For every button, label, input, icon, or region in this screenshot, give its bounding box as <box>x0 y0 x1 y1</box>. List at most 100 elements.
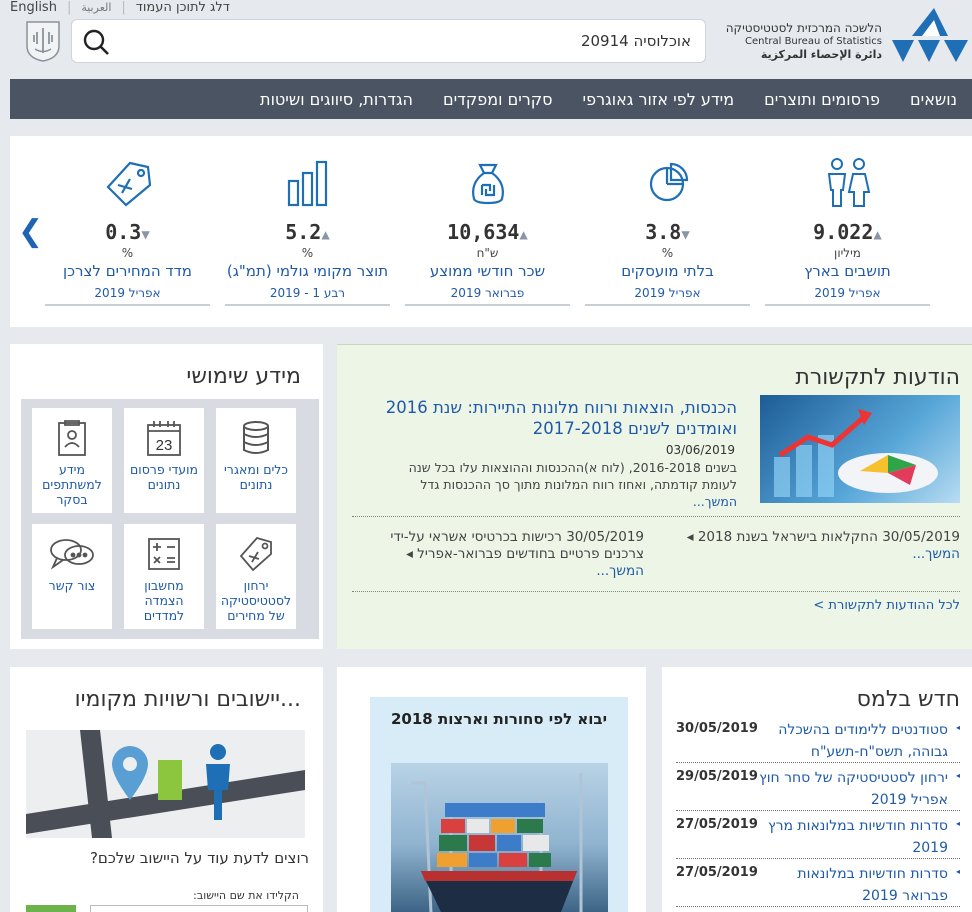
stat-date: אפריל 2019 <box>45 286 210 306</box>
tile-price-monthly[interactable]: ירחון לסטטיסטיקה של מחירים <box>216 524 296 629</box>
divider <box>352 591 960 592</box>
tile-release-dates[interactable]: 23 מועדי פרסום נתונים <box>124 408 204 513</box>
stat-unit: % <box>661 246 674 260</box>
arabic-link[interactable]: العربية <box>81 1 111 14</box>
localities-panel: יישובים ורשויות מקומיו... רוצים לדעת עוד… <box>10 667 323 912</box>
search-input[interactable]: אוכלוסיה 20914 <box>581 32 691 50</box>
locality-question: רוצים לדעת עוד על היישוב שלכם? <box>89 849 309 867</box>
cargo-ship-image <box>391 763 608 912</box>
logo-text: הלשכה המרכזית לסטטיסטיקה Central Bureau … <box>712 21 882 62</box>
stat-unit: % <box>121 246 134 260</box>
stat-unit: מיליון <box>834 246 861 260</box>
carousel-prev-icon[interactable]: ❮ <box>18 214 43 249</box>
localities-title: יישובים ורשויות מקומיו... <box>74 687 301 712</box>
nav-publications[interactable]: פרסומים ותוצרים <box>749 90 895 109</box>
stat-population[interactable]: 9.022▲ מיליון תושבים בארץ אפריל 2019 <box>765 136 930 306</box>
press-sub-link[interactable]: 30/05/2019 החקלאות בישראל בשנת 2018 <box>698 529 960 545</box>
bullet-icon: ◂ <box>955 819 960 828</box>
main-nav: נושאים פרסומים ותוצרים מידע לפי אזור גאו… <box>10 79 972 119</box>
stat-unit: ש"ח <box>476 246 499 260</box>
stat-date: אפריל 2019 <box>585 286 750 306</box>
tile-survey-participants[interactable]: מידע למשתתפים בסקר <box>32 408 112 513</box>
separator: | <box>121 0 126 15</box>
tile-label: כלים ומאגרי נתונים <box>223 462 289 492</box>
news-date: 29/05/2019 <box>676 769 758 784</box>
calculator-icon <box>124 534 204 574</box>
news-link[interactable]: סדרות חודשיות במלונאות פברואר 2019 <box>758 863 948 907</box>
state-emblem-icon <box>25 20 61 62</box>
nav-geographic[interactable]: מידע לפי אזור גאוגרפי <box>568 90 750 109</box>
skip-to-content-link[interactable]: דלג לתוכן העמוד <box>136 0 230 15</box>
locality-input[interactable] <box>90 905 308 912</box>
trend-up-icon: ▲ <box>519 227 528 243</box>
key-indicators: ❮ 9.022▲ מיליון תושבים בארץ אפריל 2019 3… <box>10 136 972 327</box>
map-illustration <box>26 730 305 838</box>
trend-up-icon: ▲ <box>873 227 882 243</box>
locality-search-button[interactable] <box>26 905 76 912</box>
stat-value: 5.2▲ <box>285 220 330 244</box>
nav-definitions[interactable]: הגדרות, סיווגים ושיטות <box>245 90 428 109</box>
press-releases-panel: הודעות לתקשורת הכנסות, הוצאות ורווח מלונ… <box>337 344 972 649</box>
stat-cpi[interactable]: 0.3▼ % מדד המחירים לצרכן אפריל 2019 <box>45 136 210 306</box>
news-item[interactable]: 27/05/2019 ◂ סדרות חודשיות במלונאות מרץ … <box>676 813 960 859</box>
stat-value: 0.3▼ <box>105 220 150 244</box>
news-date: 27/05/2019 <box>676 865 758 880</box>
tile-index-calculator[interactable]: מחשבון הצמדה למדדים <box>124 524 204 629</box>
press-main-link[interactable]: הכנסות, הוצאות ורווח מלונות התיירות: שנת… <box>377 397 737 439</box>
bullet-icon: ◂ <box>955 771 960 780</box>
tile-databases[interactable]: כלים ומאגרי נתונים <box>216 408 296 513</box>
stat-unemployment[interactable]: 3.8▼ % בלתי מועסקים אפריל 2019 <box>585 136 750 306</box>
read-more-link[interactable]: המשך... <box>693 494 737 509</box>
news-title: חדש בלמס <box>856 687 960 712</box>
price-tag-icon <box>216 534 296 574</box>
nav-surveys[interactable]: סקרים ומפקדים <box>428 90 568 109</box>
news-link[interactable]: ירחון לסטטיסטיקה של סחר חוץ אפריל 2019 <box>758 767 948 811</box>
press-sub-item: 30/05/2019 רכישות בכרטיסי אשראי על-ידי צ… <box>390 529 644 579</box>
press-main-date: 03/06/2019 <box>665 443 735 457</box>
press-sub-item: 30/05/2019 החקלאות בישראל בשנת 2018 ◂ המ… <box>686 529 960 562</box>
read-more-link[interactable]: המשך... <box>912 546 960 562</box>
press-sub-link[interactable]: 30/05/2019 רכישות בכרטיסי אשראי על-ידי צ… <box>390 529 644 562</box>
news-date: 27/05/2019 <box>676 817 758 832</box>
news-date: 30/05/2019 <box>676 721 758 736</box>
clipboard-icon <box>32 418 112 458</box>
english-link[interactable]: English <box>10 0 57 15</box>
calendar-icon: 23 <box>124 418 204 458</box>
news-link[interactable]: סטודנטים ללימודים בהשכלה גבוהה, תשס"ח-תש… <box>758 719 948 763</box>
news-link[interactable]: סדרות חודשיות במלונאות מרץ 2019 <box>758 815 948 859</box>
news-item[interactable]: 30/05/2019 ◂ סטודנטים ללימודים בהשכלה גב… <box>676 717 960 763</box>
logo-hebrew: הלשכה המרכזית לסטטיסטיקה <box>725 21 882 35</box>
publication-card[interactable]: יבוא לפי סחורות וארצות 2018 <box>370 697 628 912</box>
news-panel: חדש בלמס 30/05/2019 ◂ סטודנטים ללימודים … <box>662 667 972 912</box>
press-main-body: בשנים 2016-2018, (לוח א)ההכנסות וההוצאות… <box>377 459 737 510</box>
search-icon[interactable] <box>82 28 110 60</box>
read-more-link[interactable]: המשך... <box>596 563 644 579</box>
tile-label: מועדי פרסום נתונים <box>130 462 198 492</box>
logo-english: Central Bureau of Statistics <box>744 36 882 47</box>
tile-contact[interactable]: צור קשר <box>32 524 112 629</box>
bullet-icon: ◂ <box>955 723 960 732</box>
stat-wage[interactable]: 10,634▲ ש"ח שכר חודשי ממוצע פברואר 2019 <box>405 136 570 306</box>
money-bag-icon <box>405 150 570 216</box>
stat-value: 3.8▼ <box>645 220 690 244</box>
useful-info-panel: מידע שימושי כלים ומאגרי נתונים 23 מועדי … <box>10 344 323 649</box>
pie-chart-icon <box>585 150 750 216</box>
nav-topics[interactable]: נושאים <box>895 90 972 109</box>
chat-bubbles-icon <box>32 534 112 574</box>
news-item[interactable]: 29/05/2019 ◂ ירחון לסטטיסטיקה של סחר חוץ… <box>676 765 960 811</box>
search-bar[interactable]: אוכלוסיה 20914 <box>71 19 706 63</box>
featured-publication: יבוא לפי סחורות וארצות 2018 <box>337 667 646 912</box>
news-item[interactable]: 27/05/2019 ◂ סדרות חודשיות במלונאות פברו… <box>676 861 960 907</box>
stat-gdp[interactable]: 5.2▲ % תוצר מקומי גולמי (תמ"ג) רבע 1 - 2… <box>225 136 390 306</box>
trend-down-icon: ▼ <box>141 227 150 243</box>
price-tag-icon <box>45 150 210 216</box>
people-icon <box>765 150 930 216</box>
useful-info-title: מידע שימושי <box>186 364 301 389</box>
bullet-icon: ◂ <box>955 867 960 876</box>
divider <box>352 516 960 517</box>
all-press-releases-link[interactable]: לכל ההודעות לתקשורת > <box>813 598 960 613</box>
press-image[interactable] <box>760 395 960 503</box>
separator: | <box>66 0 72 15</box>
trend-down-icon: ▼ <box>681 227 690 243</box>
cbs-logo-icon[interactable] <box>888 6 972 68</box>
